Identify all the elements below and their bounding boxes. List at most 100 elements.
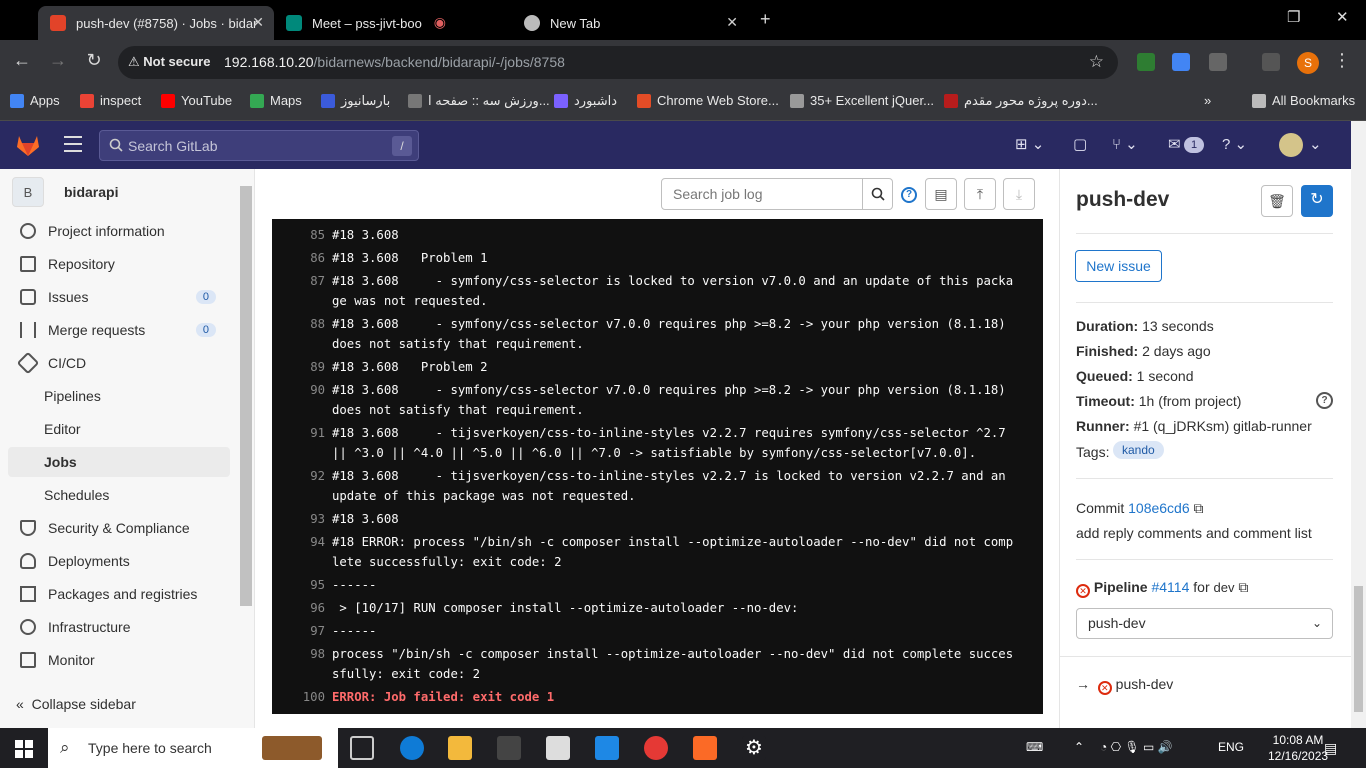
merge-requests-icon[interactable]: ⑂ ⌄ [1112,135,1138,153]
sidebar-item-deployments[interactable]: Deployments [8,546,230,576]
log-line-number[interactable]: 96 [272,598,332,618]
task-view-icon[interactable] [350,736,374,760]
search-job-log-button[interactable] [863,178,893,210]
bookmark-apps[interactable]: Apps [10,93,60,108]
page-scrollbar[interactable] [1351,121,1366,728]
sidebar-item-merge-requests[interactable]: Merge requests 0 [8,315,230,345]
log-line-number[interactable]: 91 [272,423,332,463]
new-issue-button[interactable]: New issue [1075,250,1162,282]
sidebar-item-ci-cd[interactable]: CI/CD [8,348,230,378]
bookmark-varzesh3[interactable]: ورزش سه :: صفحه ا... [408,93,550,109]
bookmark-jquery[interactable]: 35+ Excellent jQuer... [790,93,934,108]
store-icon[interactable] [497,736,521,760]
sidebar-item-issues[interactable]: Issues 0 [8,282,230,312]
log-line-number[interactable]: 100 [272,687,332,707]
collapse-sidebar-button[interactable]: « Collapse sidebar [16,696,136,712]
keyboard-icon[interactable]: ⌨ [1026,740,1043,754]
scroll-to-top-icon[interactable]: ⤒ [964,178,996,210]
translate-icon[interactable] [1172,53,1190,71]
bookmark-barsanews[interactable]: بارسانیوز [321,93,390,109]
file-explorer-icon[interactable] [448,736,472,760]
bookmark-maps[interactable]: Maps [250,93,302,108]
extension-mail-icon[interactable] [1137,53,1155,71]
pipeline-link[interactable]: #4114 [1151,579,1189,595]
sidebar-item-jobs[interactable]: Jobs [8,447,230,477]
bookmark-chrome-web-store[interactable]: Chrome Web Store... [637,93,779,108]
bookmark-course[interactable]: دوره پروژه محور مقدم... [944,93,1098,109]
extensions-puzzle-icon[interactable] [1209,53,1227,71]
copy-icon[interactable]: ⧉ [1238,579,1248,595]
gitlab-logo-icon[interactable] [14,131,42,159]
tab-new-tab[interactable]: New Tab ✕ [512,6,748,40]
menu-icon[interactable] [64,136,82,157]
log-line-number[interactable]: 90 [272,380,332,420]
erase-log-button[interactable]: 🗑 [1261,185,1293,217]
issues-icon[interactable]: ▢ [1073,135,1087,153]
url-text[interactable]: 192.168.10.20/bidarnews/backend/bidarapi… [224,54,565,70]
log-line-number[interactable]: 97 [272,621,332,641]
sidebar-item-infrastructure[interactable]: Infrastructure [8,612,230,642]
gitlab-search-input[interactable]: Search GitLab / [99,130,419,161]
todo-icon[interactable]: ✉ [1168,135,1181,153]
scrollbar-thumb[interactable] [1354,586,1363,712]
log-line-number[interactable]: 95 [272,575,332,595]
log-line-number[interactable]: 88 [272,314,332,354]
reload-icon[interactable]: ↻ [82,50,106,71]
sidebar-item-project-information[interactable]: Project information [8,216,230,246]
retry-job-button[interactable]: ↻ [1301,185,1333,217]
log-line-number[interactable]: 85 [272,225,332,245]
log-line-number[interactable]: 94 [272,532,332,572]
profile-avatar[interactable]: S [1297,52,1319,74]
bookmark-star-icon[interactable]: ☆ [1089,52,1104,72]
edge-icon[interactable] [400,736,424,760]
show-hidden-icons[interactable]: ⌃ [1074,740,1084,754]
chrome-icon[interactable] [644,736,668,760]
sidebar-item-repository[interactable]: Repository [8,249,230,279]
log-line-number[interactable]: 92 [272,466,332,506]
tab-gitlab-job[interactable]: push-dev (#8758) · Jobs · bidar ✕ [38,6,274,40]
back-icon[interactable]: ← [10,50,34,71]
log-line-number[interactable]: 87 [272,271,332,311]
settings-gear-icon[interactable]: ⚙ [742,736,766,760]
user-avatar[interactable] [1279,133,1303,157]
chrome-menu-icon[interactable]: ⋮ [1330,50,1354,71]
search-job-log-input[interactable]: Search job log [661,178,863,210]
taskbar-clock[interactable]: 10:08 AM 12/16/2023 [1268,732,1328,764]
not-secure-indicator[interactable]: ⚠ Not secure [128,54,210,70]
timeout-help-icon[interactable]: ? [1316,392,1333,409]
help-icon[interactable]: ? [901,187,917,203]
show-raw-log-icon[interactable]: ▤ [925,178,957,210]
mail-icon[interactable] [546,736,570,760]
xampp-icon[interactable] [693,736,717,760]
bookmarks-overflow-icon[interactable]: » [1204,93,1211,108]
forward-icon[interactable]: → [46,50,70,71]
restore-window-icon[interactable]: ❐ [1287,8,1300,26]
user-menu-chevron-icon[interactable]: ⌄ [1309,135,1322,153]
tray-status-icons[interactable]: ◔ ⎔ 🎙 ▭ 🔊 [1100,740,1173,754]
stage-select-dropdown[interactable]: push-dev ⌄ [1076,608,1333,639]
side-panel-icon[interactable] [1262,53,1280,71]
sidebar-item-packages-registries[interactable]: Packages and registries [8,579,230,609]
language-indicator[interactable]: ENG [1218,740,1244,754]
log-line-number[interactable]: 93 [272,509,332,529]
sidebar-item-editor[interactable]: Editor [8,414,230,444]
current-job-link[interactable]: → ✕ push-dev [1076,676,1173,695]
project-header[interactable]: B bidarapi [12,177,118,207]
vscode-icon[interactable] [595,736,619,760]
scroll-to-bottom-icon[interactable]: ⤓ [1003,178,1035,210]
new-tab-button[interactable]: + [760,9,771,30]
close-tab-icon[interactable]: ✕ [726,14,738,31]
sidebar-item-monitor[interactable]: Monitor [8,645,230,675]
address-bar[interactable]: ⚠ Not secure 192.168.10.20/bidarnews/bac… [118,46,1118,79]
log-line-number[interactable]: 86 [272,248,332,268]
close-window-icon[interactable]: ✕ [1336,8,1349,26]
all-bookmarks[interactable]: All Bookmarks [1252,93,1355,108]
bookmark-dashboard[interactable]: داشبورد [554,93,617,109]
close-tab-icon[interactable]: ✕ [252,14,264,31]
create-new-icon[interactable]: ⊞ ⌄ [1015,135,1044,153]
windows-start-icon[interactable] [15,740,33,758]
sidebar-scrollbar[interactable] [240,186,252,606]
copy-icon[interactable]: ⧉ [1194,500,1204,516]
sidebar-item-schedules[interactable]: Schedules [8,480,230,510]
notifications-icon[interactable]: ▤ [1324,740,1337,757]
